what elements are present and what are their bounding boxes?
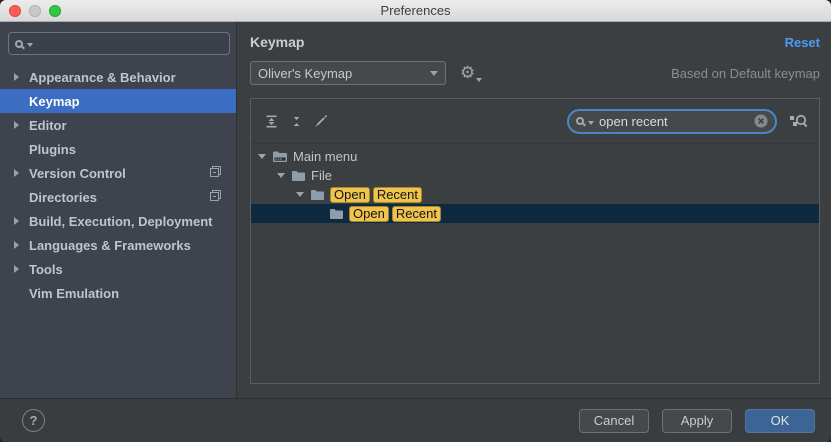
keymap-toolbar: [251, 99, 819, 144]
tree-row-label: Main menu: [293, 149, 357, 164]
tree-row-label: File: [311, 168, 332, 183]
cancel-button[interactable]: Cancel: [579, 409, 649, 433]
folder-icon: [291, 170, 306, 182]
chevron-down-icon: [476, 78, 482, 82]
sidebar-item-tools[interactable]: Tools: [0, 257, 236, 281]
collapse-arrow-icon[interactable]: [258, 154, 266, 159]
expand-arrow-icon: [14, 73, 19, 81]
based-on-label: Based on Default keymap: [671, 66, 820, 81]
window-title: Preferences: [380, 3, 450, 18]
zoom-button-icon[interactable]: [49, 5, 61, 17]
keymap-select[interactable]: Oliver's Keymap: [250, 61, 446, 85]
tree-row-file[interactable]: File: [251, 166, 819, 185]
reset-link[interactable]: Reset: [785, 35, 820, 50]
search-options-chevron-icon[interactable]: [588, 121, 594, 125]
tree-row-open-recent-parent[interactable]: Open Recent: [251, 185, 819, 204]
folder-icon: [310, 189, 325, 201]
keymap-actions-panel: Main menu File: [250, 98, 820, 384]
settings-search-box: [8, 32, 230, 55]
collapse-arrow-icon[interactable]: [277, 173, 285, 178]
search-icon[interactable]: [15, 40, 23, 48]
action-search-input[interactable]: [599, 114, 754, 129]
match-highlight: Open: [330, 187, 370, 203]
expand-arrow-icon: [14, 265, 19, 273]
sidebar-item-directories[interactable]: Directories: [0, 185, 236, 209]
chevron-down-icon: [430, 71, 438, 76]
help-button[interactable]: ?: [22, 409, 45, 432]
sidebar-item-editor[interactable]: Editor: [0, 113, 236, 137]
sidebar-item-keymap[interactable]: Keymap: [0, 89, 236, 113]
expand-all-button[interactable]: [260, 110, 282, 132]
settings-nav: Appearance & Behavior Keymap Editor Plug…: [0, 65, 236, 305]
action-search-box: [567, 109, 777, 134]
preferences-window: Preferences Appearance & Behavior Keymap: [0, 0, 831, 442]
folder-icon: [329, 208, 344, 220]
sidebar-item-build-execution-deployment[interactable]: Build, Execution, Deployment: [0, 209, 236, 233]
keymap-select-value: Oliver's Keymap: [258, 66, 430, 81]
project-level-icon: [209, 189, 222, 205]
collapse-arrow-icon[interactable]: [296, 192, 304, 197]
ok-button[interactable]: OK: [745, 409, 815, 433]
actions-tree: Main menu File: [251, 144, 819, 383]
gear-icon: [460, 65, 475, 82]
keymap-page: Keymap Reset Oliver's Keymap Based on De…: [237, 22, 831, 398]
settings-search-input[interactable]: [39, 36, 223, 51]
project-level-icon: [209, 165, 222, 181]
sidebar-item-languages-frameworks[interactable]: Languages & Frameworks: [0, 233, 236, 257]
expand-all-icon: [265, 115, 278, 128]
sidebar-item-version-control[interactable]: Version Control: [0, 161, 236, 185]
search-icon[interactable]: [576, 117, 584, 125]
expand-arrow-icon: [14, 169, 19, 177]
find-by-shortcut-button[interactable]: [786, 110, 810, 132]
pencil-icon: [314, 114, 328, 128]
expand-arrow-icon: [14, 121, 19, 129]
tree-row-open-recent-selected[interactable]: Open Recent: [251, 204, 819, 223]
sidebar-item-vim-emulation[interactable]: Vim Emulation: [0, 281, 236, 305]
minimize-button-icon[interactable]: [29, 5, 41, 17]
expand-arrow-icon: [14, 241, 19, 249]
match-highlight: Recent: [392, 206, 441, 222]
clear-search-icon[interactable]: [754, 114, 768, 128]
close-button-icon[interactable]: [9, 5, 21, 17]
find-by-shortcut-icon: [789, 113, 808, 130]
search-options-chevron-icon[interactable]: [27, 43, 33, 47]
sidebar-item-appearance-behavior[interactable]: Appearance & Behavior: [0, 65, 236, 89]
sidebar-item-plugins[interactable]: Plugins: [0, 137, 236, 161]
collapse-all-icon: [290, 115, 303, 128]
main-menu-icon: [272, 150, 288, 163]
traffic-lights: [9, 5, 61, 17]
dialog-footer: ? Cancel Apply OK: [0, 398, 831, 442]
tree-row-main-menu[interactable]: Main menu: [251, 147, 819, 166]
keymap-settings-button[interactable]: [460, 63, 480, 83]
expand-arrow-icon: [14, 217, 19, 225]
apply-button[interactable]: Apply: [662, 409, 732, 433]
match-highlight: Open: [349, 206, 389, 222]
settings-sidebar: Appearance & Behavior Keymap Editor Plug…: [0, 22, 237, 398]
titlebar: Preferences: [0, 0, 831, 22]
page-title: Keymap: [250, 34, 304, 50]
match-highlight: Recent: [373, 187, 422, 203]
collapse-all-button[interactable]: [285, 110, 307, 132]
edit-shortcut-button[interactable]: [310, 110, 332, 132]
